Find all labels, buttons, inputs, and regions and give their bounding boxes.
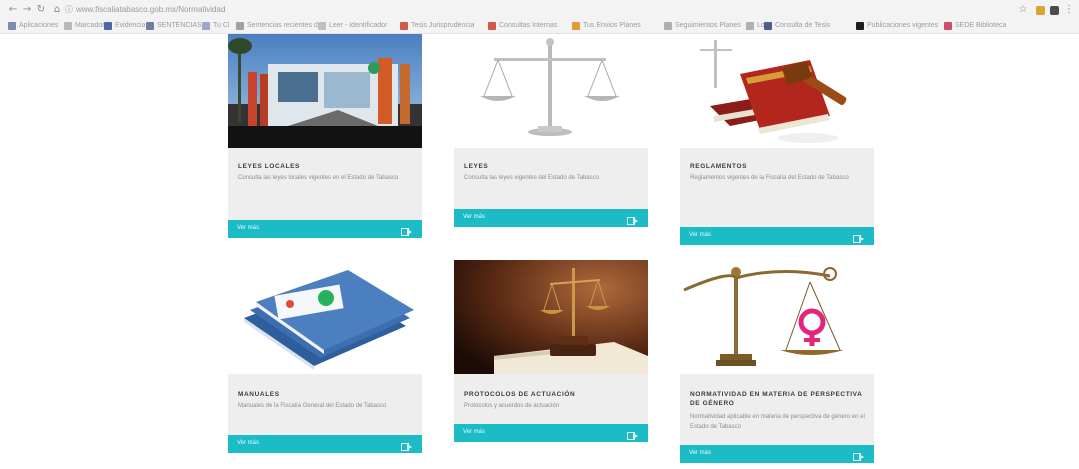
ver-mas-label: Ver más [237,225,260,231]
bookmark-item[interactable]: Seguimientos Planes [664,20,741,31]
bookmark-item[interactable]: Publicaciones vigentes [856,20,938,31]
card-image[interactable] [228,34,422,148]
bookmark-favicon-icon [856,21,864,30]
card-description: Consulta las leyes vigentes del Estado d… [464,175,599,181]
bookmark-favicon-icon [8,21,16,30]
ver-mas-button[interactable]: Ver más [454,424,648,442]
open-link-icon [627,213,639,225]
browser-chrome: ← → ↻ ⌂ ⓘ www.fiscaliatabasco.gob.mx/Nor… [0,0,1079,34]
card-title: NORMATIVIDAD EN MATERIA DE PERSPECTIVA D… [690,391,863,407]
card-description: Protocolos y acuerdos de actuación [464,403,560,409]
secure-lock-icon: ⓘ [65,5,73,14]
open-link-icon [853,231,865,243]
card-title: LEYES [464,163,489,170]
bookmark-favicon-icon [146,21,154,30]
card-description: Reglamentos vigentes de la Fiscalía del … [690,175,849,181]
open-link-icon [627,428,639,440]
bookmark-item[interactable]: Tu Cl [202,20,229,31]
bookmark-label: Consulta de Tesis [775,22,831,29]
ver-mas-button[interactable]: Ver más [228,220,422,238]
card-manuales: MANUALES Manuales de la Fiscalía General … [228,260,422,453]
bookmark-favicon-icon [318,21,326,30]
ver-mas-label: Ver más [237,440,260,446]
bookmark-favicon-icon [664,21,672,30]
card-leyes-locales: LEYES LOCALES Consulta las leyes locales … [228,34,422,238]
ver-mas-button[interactable]: Ver más [680,227,874,245]
bookmark-label: Tesis Jurisprudencia [411,22,475,29]
card-reglamentos: REGLAMENTOS Reglamentos vigentes de la Fi… [680,34,874,245]
card-image[interactable] [228,260,422,374]
card-image[interactable] [454,260,648,374]
ver-mas-label: Ver más [463,429,486,435]
extension-icon[interactable] [1050,6,1059,15]
card-image[interactable] [680,260,874,374]
ver-mas-label: Ver más [689,450,712,456]
card-title: REGLAMENTOS [690,163,748,170]
bookmark-item[interactable]: SEDE Biblioteca [944,20,1006,31]
open-link-icon [401,224,413,236]
bookmark-label: Seguimientos Planes [675,22,741,29]
bookmark-item[interactable]: Leer - Identificador [318,20,387,31]
card-leyes: LEYES Consulta las leyes vigentes del Est… [454,34,648,227]
menu-dots-icon[interactable]: ⋮ [1064,4,1074,16]
bookmark-favicon-icon [572,21,580,30]
bookmark-label: Aplicaciones [19,22,59,29]
bookmark-favicon-icon [104,21,112,30]
bookmark-favicon-icon [764,21,772,30]
bookmark-label: Publicaciones vigentes [867,22,939,29]
bookmark-item[interactable]: Tus Envios Planes [572,20,641,31]
card-title: PROTOCOLOS DE ACTUACIÓN [464,391,576,398]
bookmark-label: SENTENCIAS [157,22,202,29]
bookmark-favicon-icon [236,21,244,30]
bookmark-item[interactable]: Sentencias recientes de [236,20,322,31]
bookmarks-bar: Aplicaciones Marcadores Evidencia SENTENCIA… [0,19,1079,32]
bookmark-item[interactable]: Lo [746,20,765,31]
card-image[interactable] [454,34,648,148]
ver-mas-button[interactable]: Ver más [454,209,648,227]
forward-arrow-icon[interactable]: → [22,4,32,16]
back-arrow-icon[interactable]: ← [8,4,18,16]
bookmark-item[interactable]: Consulta de Tesis [764,20,830,31]
card-description: Normatividad aplicable en materia de per… [690,414,865,430]
bookmark-item[interactable]: Aplicaciones [8,20,58,31]
bookmark-item[interactable]: Consultas Internas [488,20,557,31]
bookmark-label: SEDE Biblioteca [955,22,1007,29]
bookmark-item[interactable]: Evidencia [104,20,145,31]
bookmark-item[interactable]: SENTENCIAS [146,20,202,31]
bookmark-favicon-icon [64,21,72,30]
bookmark-label: Leer - Identificador [329,22,388,29]
bookmark-label: Evidencia [115,22,146,29]
card-title: LEYES LOCALES [238,163,300,170]
card-image[interactable] [680,34,874,148]
bookmark-item[interactable]: Tesis Jurisprudencia [400,20,474,31]
browser-toolbar: ← → ↻ ⌂ ⓘ www.fiscaliatabasco.gob.mx/Nor… [0,4,1079,18]
star-icon[interactable]: ☆ [1018,4,1028,16]
card-title: MANUALES [238,391,280,398]
bookmark-favicon-icon [944,21,952,30]
ver-mas-label: Ver más [463,214,486,220]
ver-mas-label: Ver más [689,232,712,238]
bookmark-label: Sentencias recientes de [247,22,322,29]
bookmark-label: Consultas Internas [499,22,558,29]
extension-icon[interactable] [1036,6,1045,15]
open-link-icon [853,449,865,461]
bookmark-favicon-icon [202,21,210,30]
card-perspectiva-genero: NORMATIVIDAD EN MATERIA DE PERSPECTIVA D… [680,260,874,463]
card-protocolos: PROTOCOLOS DE ACTUACIÓN Protocolos y acue… [454,260,648,442]
open-link-icon [401,439,413,451]
card-description: Manuales de la Fiscalía General del Esta… [238,403,387,409]
bookmark-favicon-icon [746,21,754,30]
bookmark-label: Tus Envios Planes [583,22,641,29]
reload-icon[interactable]: ↻ [36,4,46,16]
bookmark-favicon-icon [400,21,408,30]
card-description: Consulta las leyes locales vigentes en e… [238,175,399,181]
ver-mas-button[interactable]: Ver más [228,435,422,453]
bookmark-favicon-icon [488,21,496,30]
bookmark-label: Tu Cl [213,22,230,29]
home-icon[interactable]: ⌂ [52,4,62,16]
ver-mas-button[interactable]: Ver más [680,445,874,463]
address-bar[interactable]: www.fiscaliatabasco.gob.mx/Normatividad [76,5,225,14]
